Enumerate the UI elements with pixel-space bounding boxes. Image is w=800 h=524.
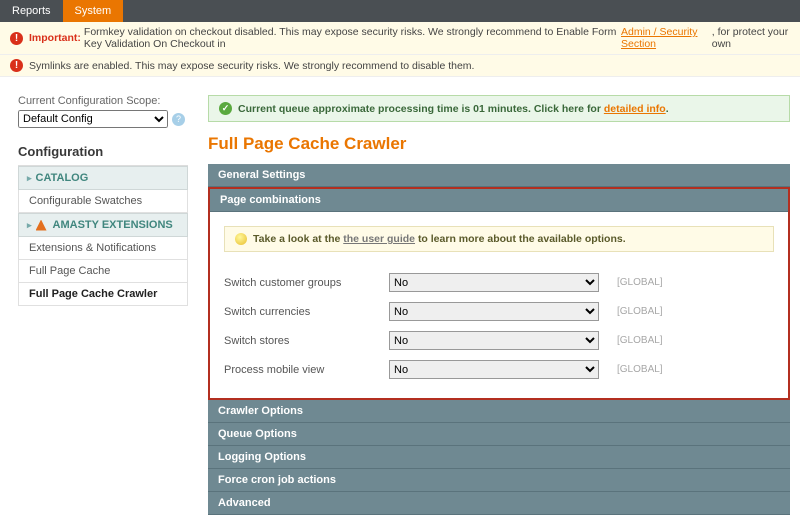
notice-text: Formkey validation on checkout disabled.… bbox=[84, 26, 621, 50]
page-combinations-section: Page combinations Take a look at the the… bbox=[208, 187, 790, 400]
sidebar-item-crawler[interactable]: Full Page Cache Crawler bbox=[18, 283, 188, 306]
help-icon[interactable]: ? bbox=[172, 113, 185, 126]
user-guide-link[interactable]: the user guide bbox=[343, 233, 415, 245]
notice-tail: , for protect your own bbox=[712, 26, 790, 50]
queue-text: Current queue approximate processing tim… bbox=[238, 103, 604, 115]
select-switch-stores[interactable]: No bbox=[389, 331, 599, 350]
tip-box: Take a look at the the user guide to lea… bbox=[224, 226, 774, 252]
section-force-cron[interactable]: Force cron job actions bbox=[208, 469, 790, 492]
select-switch-customer-groups[interactable]: No bbox=[389, 273, 599, 292]
catalog-heading: CATALOG bbox=[36, 172, 89, 184]
main-content: ✓ Current queue approximate processing t… bbox=[208, 95, 790, 515]
section-general-settings[interactable]: General Settings bbox=[208, 164, 790, 187]
sidebar-item-full-page-cache[interactable]: Full Page Cache bbox=[18, 260, 188, 283]
row-process-mobile-view: Process mobile view No [GLOBAL] bbox=[224, 355, 774, 384]
scope-badge: [GLOBAL] bbox=[617, 306, 663, 317]
select-process-mobile-view[interactable]: No bbox=[389, 360, 599, 379]
tip-pre: Take a look at the bbox=[253, 233, 343, 245]
lightbulb-icon bbox=[235, 233, 247, 245]
scope-label: Current Configuration Scope: bbox=[18, 95, 188, 107]
row-switch-currencies: Switch currencies No [GLOBAL] bbox=[224, 297, 774, 326]
row-switch-customer-groups: Switch customer groups No [GLOBAL] bbox=[224, 268, 774, 297]
tab-reports[interactable]: Reports bbox=[0, 0, 63, 22]
row-switch-stores: Switch stores No [GLOBAL] bbox=[224, 326, 774, 355]
scope-badge: [GLOBAL] bbox=[617, 364, 663, 375]
scope-badge: [GLOBAL] bbox=[617, 277, 663, 288]
queue-tail: . bbox=[666, 103, 669, 115]
chevron-right-icon: ▸ bbox=[27, 173, 32, 184]
top-nav: Reports System bbox=[0, 0, 800, 22]
sidebar-item-configurable-swatches[interactable]: Configurable Swatches bbox=[18, 190, 188, 213]
page-title: Full Page Cache Crawler bbox=[208, 134, 790, 154]
alert-icon: ! bbox=[10, 32, 23, 45]
select-switch-currencies[interactable]: No bbox=[389, 302, 599, 321]
section-page-combinations[interactable]: Page combinations bbox=[210, 189, 788, 212]
notice-text: Symlinks are enabled. This may expose se… bbox=[29, 60, 474, 72]
alert-icon: ! bbox=[10, 59, 23, 72]
field-label: Switch customer groups bbox=[224, 277, 389, 289]
amasty-heading: AMASTY EXTENSIONS bbox=[53, 219, 173, 231]
queue-notice: ✓ Current queue approximate processing t… bbox=[208, 95, 790, 122]
section-advanced[interactable]: Advanced bbox=[208, 492, 790, 515]
sidebar-title: Configuration bbox=[18, 144, 188, 166]
section-logging-options[interactable]: Logging Options bbox=[208, 446, 790, 469]
important-label: Important: bbox=[29, 32, 81, 44]
section-crawler-options[interactable]: Crawler Options bbox=[208, 400, 790, 423]
scope-badge: [GLOBAL] bbox=[617, 335, 663, 346]
admin-security-link[interactable]: Admin / Security Section bbox=[621, 26, 712, 50]
notice-formkey: ! Important: Formkey validation on check… bbox=[0, 22, 800, 55]
form-rows: Switch customer groups No [GLOBAL] Switc… bbox=[210, 266, 788, 386]
notice-symlinks: ! Symlinks are enabled. This may expose … bbox=[0, 55, 800, 77]
sidebar-item-extensions[interactable]: Extensions & Notifications bbox=[18, 237, 188, 260]
amasty-logo-icon bbox=[36, 220, 47, 231]
tab-system[interactable]: System bbox=[63, 0, 124, 22]
sidebar-group-catalog[interactable]: ▸ CATALOG bbox=[18, 166, 188, 190]
field-label: Switch currencies bbox=[224, 306, 389, 318]
section-queue-options[interactable]: Queue Options bbox=[208, 423, 790, 446]
detailed-info-link[interactable]: detailed info bbox=[604, 103, 666, 115]
tip-post: to learn more about the available option… bbox=[418, 233, 626, 245]
chevron-right-icon: ▸ bbox=[27, 220, 32, 231]
field-label: Switch stores bbox=[224, 335, 389, 347]
check-icon: ✓ bbox=[219, 102, 232, 115]
sidebar: Current Configuration Scope: Default Con… bbox=[18, 95, 188, 515]
sidebar-group-amasty[interactable]: ▸ AMASTY EXTENSIONS bbox=[18, 213, 188, 237]
scope-select[interactable]: Default Config bbox=[18, 110, 168, 128]
field-label: Process mobile view bbox=[224, 364, 389, 376]
